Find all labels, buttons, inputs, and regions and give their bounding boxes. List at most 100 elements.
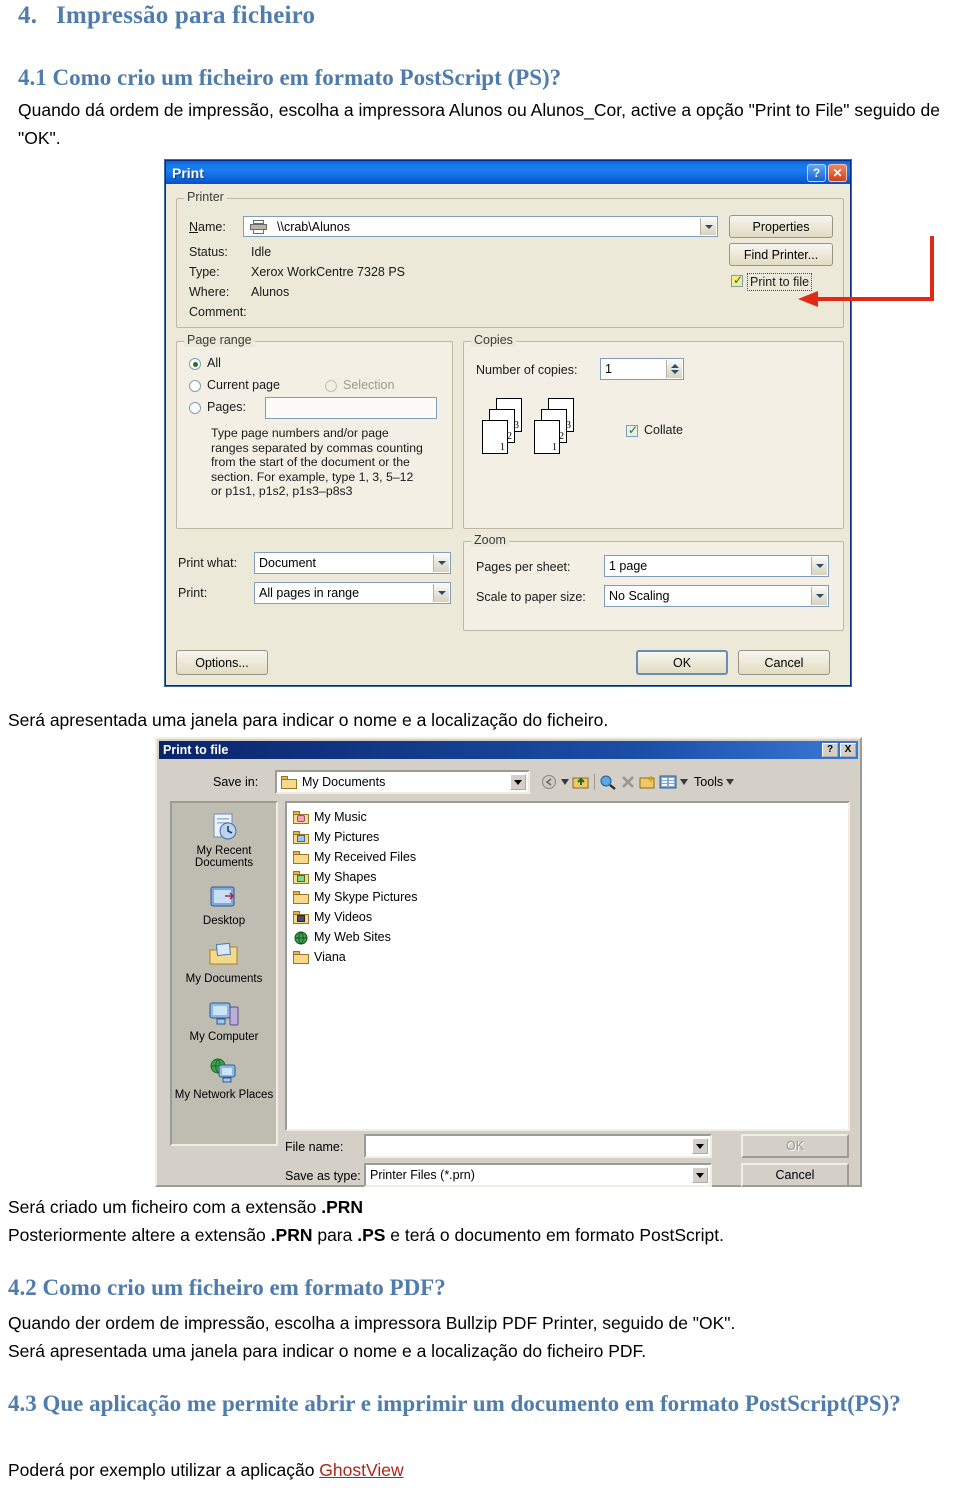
ok-button[interactable]: OK xyxy=(636,650,728,675)
list-item[interactable]: Viana xyxy=(293,947,848,967)
cancel-button[interactable]: Cancel xyxy=(738,650,830,675)
printer-comment-label: Comment: xyxy=(189,305,247,319)
tools-menu-label[interactable]: Tools xyxy=(694,775,723,789)
print-combo[interactable]: All pages in range xyxy=(254,582,451,604)
printer-name-combo[interactable]: \\crab\Alunos xyxy=(243,216,718,237)
list-item[interactable]: My Received Files xyxy=(293,847,848,867)
file-name-input[interactable] xyxy=(364,1134,712,1158)
radio-current-page-label[interactable]: Current page xyxy=(207,378,280,392)
close-icon[interactable]: ✕ xyxy=(828,163,847,182)
chevron-down-icon[interactable] xyxy=(692,1138,708,1154)
folder-icon xyxy=(293,810,309,824)
list-item[interactable]: My Web Sites xyxy=(293,927,848,947)
recent-documents-icon xyxy=(207,813,241,843)
collate-preview-a: 3 2 1 xyxy=(482,398,528,456)
file-list[interactable]: My Music My Pictures My Received Files M… xyxy=(285,801,850,1131)
paragraph-prn-line-2-c: para xyxy=(312,1225,358,1245)
ghostview-link[interactable]: GhostView xyxy=(319,1460,403,1480)
print-to-file-cancel-button[interactable]: Cancel xyxy=(741,1163,849,1187)
number-of-copies-value: 1 xyxy=(605,362,612,376)
place-my-computer[interactable]: My Computer xyxy=(172,999,276,1043)
find-printer-button-label: Find Printer... xyxy=(743,247,819,262)
back-dropdown-icon[interactable] xyxy=(559,773,571,792)
print-dialog[interactable]: Print ? ✕ Printer NName:ame: \\crab\Alun… xyxy=(165,160,851,686)
help-icon[interactable]: ? xyxy=(822,743,838,757)
file-name-label: File name: xyxy=(285,1140,344,1154)
chevron-down-icon[interactable] xyxy=(692,1167,708,1183)
save-in-combo[interactable]: My Documents xyxy=(275,770,530,794)
places-bar[interactable]: My Recent Documents Desktop My Documents… xyxy=(170,801,278,1146)
new-folder-icon[interactable] xyxy=(638,773,658,792)
tools-dropdown-icon[interactable] xyxy=(723,773,737,792)
help-icon[interactable]: ? xyxy=(807,163,826,182)
printer-name-label: NName:ame: xyxy=(189,220,226,234)
my-network-places-icon xyxy=(207,1057,241,1087)
save-as-type-label: Save as type: xyxy=(285,1169,361,1183)
printer-type-value: Xerox WorkCentre 7328 PS xyxy=(251,265,406,279)
radio-selection xyxy=(325,380,337,392)
collate-preview-b: 3 2 1 xyxy=(534,398,580,456)
print-to-file-ok-button[interactable]: OK xyxy=(741,1134,849,1158)
chevron-down-icon[interactable] xyxy=(811,587,827,605)
chevron-down-icon[interactable] xyxy=(811,557,827,575)
scale-to-paper-label: Scale to paper size: xyxy=(476,590,586,604)
save-as-type-combo[interactable]: Printer Files (*.prn) xyxy=(364,1163,712,1187)
radio-pages-label[interactable]: Pages: xyxy=(207,400,246,414)
radio-all-label[interactable]: All xyxy=(207,356,221,370)
place-my-recent-documents[interactable]: My Recent Documents xyxy=(172,813,276,869)
scale-to-paper-value: No Scaling xyxy=(609,589,670,603)
list-item[interactable]: My Music xyxy=(293,807,848,827)
scale-to-paper-combo[interactable]: No Scaling xyxy=(604,585,829,607)
views-icon[interactable] xyxy=(658,773,678,792)
radio-pages[interactable] xyxy=(189,402,201,414)
find-printer-button[interactable]: Find Printer... xyxy=(729,243,833,266)
search-icon[interactable] xyxy=(598,773,618,792)
list-item-label: My Skype Pictures xyxy=(314,890,418,904)
print-to-file-title: Print to file xyxy=(163,743,229,757)
page-stack-b-1: 1 xyxy=(552,442,557,453)
print-to-file-checkbox[interactable] xyxy=(731,273,743,287)
chevron-down-icon[interactable] xyxy=(433,584,449,602)
print-to-file-dialog[interactable]: Print to file ? X Save in: My Documents xyxy=(155,737,862,1187)
list-item[interactable]: My Shapes xyxy=(293,867,848,887)
chevron-down-icon[interactable] xyxy=(433,554,449,572)
pages-input[interactable] xyxy=(265,397,437,419)
paragraph-prn-line-2: Posteriormente altere a extensão .PRN pa… xyxy=(8,1221,948,1249)
collate-checkbox[interactable] xyxy=(626,423,638,437)
collate-label[interactable]: Collate xyxy=(644,423,683,437)
place-desktop[interactable]: Desktop xyxy=(172,883,276,927)
folder-icon xyxy=(281,775,297,789)
list-item[interactable]: My Skype Pictures xyxy=(293,887,848,907)
file-dialog-toolbar[interactable]: Tools xyxy=(539,771,737,793)
list-item[interactable]: My Videos xyxy=(293,907,848,927)
printer-icon xyxy=(250,220,267,234)
page-range-help: Type page numbers and/or page ranges sep… xyxy=(211,426,443,499)
folder-icon xyxy=(293,870,309,884)
back-icon[interactable] xyxy=(539,773,559,792)
chevron-down-icon[interactable] xyxy=(700,218,716,235)
print-dialog-titlebar[interactable]: Print ? ✕ xyxy=(166,161,850,184)
radio-current-page[interactable] xyxy=(189,380,201,392)
print-to-file-label[interactable]: Print to file xyxy=(747,273,813,291)
number-of-copies-input[interactable]: 1 xyxy=(600,358,684,380)
page-range-group: Page range All Current page Selection Pa… xyxy=(176,333,453,529)
print-to-file-titlebar[interactable]: Print to file ? X xyxy=(159,741,858,759)
delete-icon[interactable] xyxy=(618,773,638,792)
properties-button[interactable]: Properties xyxy=(729,215,833,238)
place-my-network-places[interactable]: My Network Places xyxy=(172,1057,276,1101)
radio-all[interactable] xyxy=(189,358,201,370)
up-one-level-icon[interactable] xyxy=(571,773,591,792)
views-dropdown-icon[interactable] xyxy=(678,773,690,792)
print-what-combo[interactable]: Document xyxy=(254,552,451,574)
chevron-down-icon[interactable] xyxy=(510,774,526,790)
heading-4-3: 4.3 Que aplicação me permite abrir e imp… xyxy=(8,1391,901,1416)
globe-icon xyxy=(293,931,309,944)
close-icon[interactable]: X xyxy=(840,743,856,757)
heading-4-1: 4.1 Como crio um ficheiro em formato Pos… xyxy=(18,65,562,90)
options-button[interactable]: Options... xyxy=(176,650,268,675)
list-item[interactable]: My Pictures xyxy=(293,827,848,847)
spinner-icon[interactable] xyxy=(666,360,682,378)
paragraph-prn-line-2-d: .PS xyxy=(357,1225,386,1245)
pages-per-sheet-combo[interactable]: 1 page xyxy=(604,555,829,577)
place-my-documents[interactable]: My Documents xyxy=(172,941,276,985)
